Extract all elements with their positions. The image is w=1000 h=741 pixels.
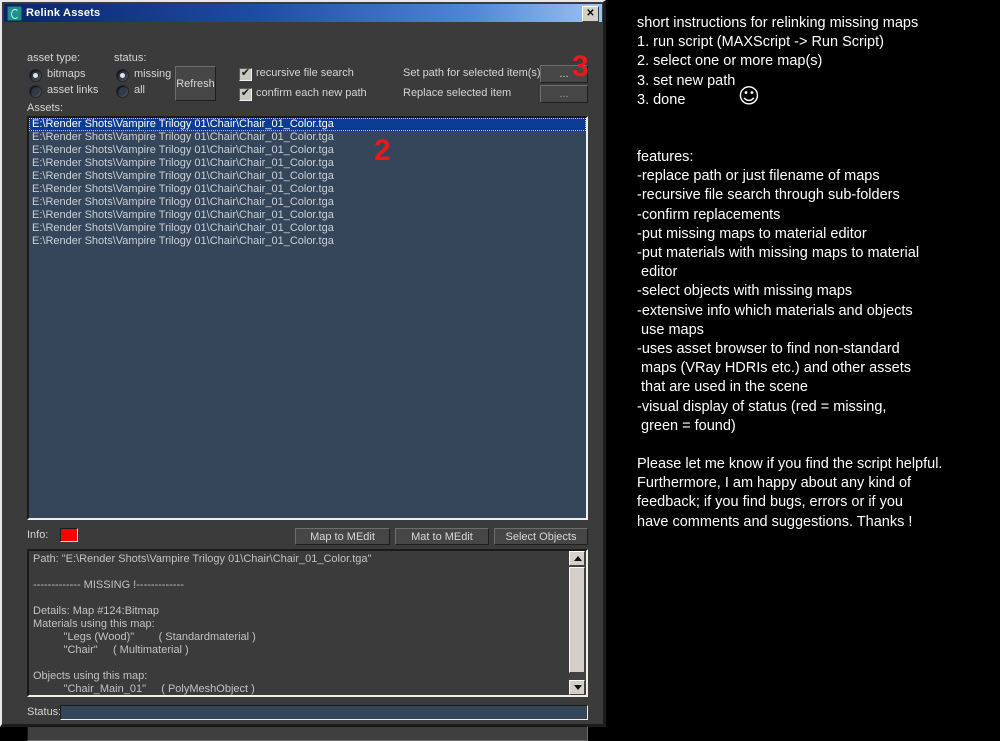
radio-missing[interactable] xyxy=(116,69,129,82)
info-panel-text: Path: "E:\Render Shots\Vampire Trilogy 0… xyxy=(33,553,557,696)
refresh-button[interactable]: Refresh xyxy=(175,66,216,101)
info-scrollbar[interactable] xyxy=(569,551,586,695)
features-list: -replace path or just filename of maps-r… xyxy=(637,167,982,436)
map-to-medit-button[interactable]: Map to MEdit xyxy=(295,528,390,545)
instruction-step: 3. set new path xyxy=(637,72,982,91)
feature-item: -put materials with missing maps to mate… xyxy=(637,244,982,282)
select-objects-button[interactable]: Select Objects xyxy=(494,528,588,545)
status-label: Status: xyxy=(27,706,61,718)
assets-label: Assets: xyxy=(27,102,63,114)
info-label: Info: xyxy=(27,529,48,541)
radio-all[interactable] xyxy=(116,85,129,98)
closing-note: Please let me know if you find the scrip… xyxy=(637,455,982,532)
assets-listbox[interactable]: E:\Render Shots\Vampire Trilogy 01\Chair… xyxy=(27,116,588,520)
window-title: Relink Assets xyxy=(26,7,100,19)
asset-list-item[interactable]: E:\Render Shots\Vampire Trilogy 01\Chair… xyxy=(29,196,586,209)
screen: Relink Assets ✕ asset type: bitmaps asse… xyxy=(0,0,1000,727)
feature-item: -uses asset browser to find non-standard… xyxy=(637,340,982,398)
asset-type-label: asset type: xyxy=(27,52,80,64)
instruction-step: 1. run script (MAXScript -> Run Script) xyxy=(637,33,982,52)
close-icon[interactable]: ✕ xyxy=(582,6,599,22)
scroll-up-arrow-icon[interactable] xyxy=(569,551,585,566)
radio-missing-label: missing xyxy=(134,68,171,80)
asset-list-item[interactable]: E:\Render Shots\Vampire Trilogy 01\Chair… xyxy=(29,118,586,131)
title-bar[interactable]: Relink Assets ✕ xyxy=(4,4,602,22)
asset-list-item[interactable]: E:\Render Shots\Vampire Trilogy 01\Chair… xyxy=(29,170,586,183)
instruction-step: 2. select one or more map(s) xyxy=(637,52,982,71)
asset-list-item[interactable]: E:\Render Shots\Vampire Trilogy 01\Chair… xyxy=(29,235,586,248)
instructions-panel: short instructions for relinking missing… xyxy=(637,14,982,532)
set-path-label: Set path for selected item(s) xyxy=(403,67,541,79)
app-spiral-icon xyxy=(7,6,22,21)
radio-asset-links-label: asset links xyxy=(47,84,98,96)
checkbox-recursive-file-search-label: recursive file search xyxy=(256,67,354,79)
annotation-3: 3 xyxy=(572,52,589,82)
relink-assets-window: Relink Assets ✕ asset type: bitmaps asse… xyxy=(0,0,606,727)
annotation-2: 2 xyxy=(374,136,391,166)
asset-list-item[interactable]: E:\Render Shots\Vampire Trilogy 01\Chair… xyxy=(29,222,586,235)
progress-bar xyxy=(27,726,588,741)
instruction-step: 3. done xyxy=(637,91,982,110)
replace-item-browse-button[interactable]: ... xyxy=(540,85,588,103)
asset-list-item[interactable]: E:\Render Shots\Vampire Trilogy 01\Chair… xyxy=(29,183,586,196)
radio-asset-links[interactable] xyxy=(29,85,42,98)
checkbox-confirm-each-new-path[interactable] xyxy=(239,88,252,101)
feature-item: -select objects with missing maps xyxy=(637,282,982,301)
instructions-title: short instructions for relinking missing… xyxy=(637,14,982,33)
instruction-steps: 1. run script (MAXScript -> Run Script)2… xyxy=(637,33,982,110)
feature-item: -confirm replacements xyxy=(637,206,982,225)
radio-all-label: all xyxy=(134,84,145,96)
window-client-area: asset type: bitmaps asset links status: … xyxy=(4,23,602,724)
radio-bitmaps[interactable] xyxy=(29,69,42,82)
checkbox-recursive-file-search[interactable] xyxy=(239,68,252,81)
scrollbar-thumb[interactable] xyxy=(569,567,585,673)
status-group-label: status: xyxy=(114,52,146,64)
status-color-swatch[interactable] xyxy=(60,528,78,542)
asset-list-item[interactable]: E:\Render Shots\Vampire Trilogy 01\Chair… xyxy=(29,157,586,170)
status-field xyxy=(60,705,588,720)
feature-item: -recursive file search through sub-folde… xyxy=(637,186,982,205)
replace-item-label: Replace selected item xyxy=(403,87,511,99)
mat-to-medit-button[interactable]: Mat to MEdit xyxy=(395,528,489,545)
asset-list-item[interactable]: E:\Render Shots\Vampire Trilogy 01\Chair… xyxy=(29,144,586,157)
feature-item: -visual display of status (red = missing… xyxy=(637,398,982,436)
feature-item: -put missing maps to material editor xyxy=(637,225,982,244)
asset-list-item[interactable]: E:\Render Shots\Vampire Trilogy 01\Chair… xyxy=(29,209,586,222)
checkbox-confirm-each-new-path-label: confirm each new path xyxy=(256,87,367,99)
info-panel: Path: "E:\Render Shots\Vampire Trilogy 0… xyxy=(27,549,588,697)
features-title: features: xyxy=(637,148,982,167)
feature-item: -replace path or just filename of maps xyxy=(637,167,982,186)
smiley-face-icon: ☺ xyxy=(738,86,760,107)
asset-list-item[interactable]: E:\Render Shots\Vampire Trilogy 01\Chair… xyxy=(29,131,586,144)
scroll-down-arrow-icon[interactable] xyxy=(569,680,585,695)
feature-item: -extensive info which materials and obje… xyxy=(637,302,982,340)
radio-bitmaps-label: bitmaps xyxy=(47,68,86,80)
